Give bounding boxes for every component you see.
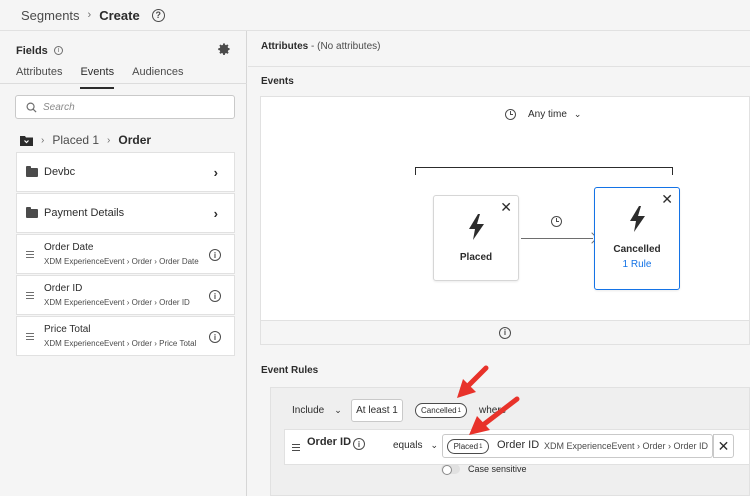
- value-field-label: Order ID: [497, 439, 540, 451]
- chevron-down-icon: ⌄: [334, 405, 342, 415]
- path-separator: ›: [41, 134, 45, 146]
- info-icon[interactable]: i: [499, 326, 511, 339]
- drag-handle-icon[interactable]: [26, 292, 34, 299]
- info-icon[interactable]: i: [209, 331, 221, 343]
- chevron-down-icon: ⌄: [573, 109, 582, 119]
- field-item-order-date[interactable]: Order Date XDM ExperienceEvent › Order ›…: [16, 234, 235, 274]
- rule-field-name: Order ID: [307, 436, 352, 448]
- close-icon[interactable]: ✕: [713, 434, 734, 458]
- attributes-title: Attributes: [261, 41, 309, 52]
- pill-label: Placed: [453, 442, 479, 451]
- include-label: Include: [292, 405, 325, 416]
- attributes-bar: Attributes - (No attributes): [248, 31, 750, 67]
- field-item-price-total[interactable]: Price Total XDM ExperienceEvent › Order …: [16, 316, 235, 356]
- breadcrumb-segments[interactable]: Segments: [21, 8, 80, 23]
- event-card-title: Placed: [459, 252, 493, 263]
- event-rules-title: Event Rules: [261, 365, 319, 376]
- rule-count-link[interactable]: 1 Rule: [595, 259, 679, 270]
- info-icon[interactable]: i: [209, 290, 221, 302]
- tab-attributes[interactable]: Attributes: [16, 66, 62, 89]
- help-icon[interactable]: ?: [151, 8, 165, 22]
- tab-events[interactable]: Events: [80, 66, 115, 89]
- time-constraint-label: Any time: [528, 109, 567, 120]
- value-field-path: XDM ExperienceEvent › Order › Order ID: [544, 441, 709, 451]
- field-path: XDM ExperienceEvent › Order › Order Date: [44, 257, 199, 266]
- page-title: Create: [99, 7, 140, 23]
- case-sensitive-label: Case sensitive: [468, 464, 527, 474]
- folder-item-devbc[interactable]: Devbc ›: [16, 152, 235, 192]
- lightning-icon: [469, 214, 484, 240]
- folder-path: › Placed 1 › Order: [20, 133, 151, 147]
- time-constraint-dropdown[interactable]: Any time ⌄: [505, 109, 581, 120]
- info-icon[interactable]: i: [353, 438, 365, 450]
- segment-canvas-area: Attributes - (No attributes) Events i An…: [248, 31, 750, 496]
- info-icon[interactable]: i: [209, 249, 221, 261]
- gear-icon[interactable]: [217, 42, 231, 56]
- close-icon[interactable]: ✕: [661, 191, 673, 208]
- close-icon[interactable]: ✕: [500, 199, 512, 216]
- field-title: Order Date: [44, 242, 94, 253]
- case-sensitive-toggle[interactable]: [441, 464, 460, 475]
- folder-up-icon[interactable]: [20, 135, 33, 146]
- pill-label: Cancelled: [421, 406, 457, 415]
- attributes-value: - (No attributes): [308, 41, 381, 52]
- chevron-down-icon: ⌄: [430, 440, 439, 450]
- event-pill-cancelled[interactable]: Cancelled 1: [415, 403, 467, 418]
- drag-handle-icon[interactable]: [292, 444, 300, 451]
- fields-title: Fields: [16, 45, 48, 57]
- folder-item-payment-details[interactable]: Payment Details ›: [16, 193, 235, 233]
- annotation-arrow-icon: [469, 396, 520, 435]
- field-title: Order ID: [44, 283, 83, 294]
- folder-label: Payment Details: [44, 207, 125, 219]
- folder-icon: [26, 207, 38, 218]
- sequence-connector: [521, 238, 593, 239]
- attributes-label: Attributes - (No attributes): [261, 41, 380, 52]
- events-canvas-footer: i: [260, 321, 750, 345]
- clock-icon: [505, 109, 516, 120]
- fields-tabs: Attributes Events Audiences: [16, 66, 183, 89]
- events-title: Events: [261, 76, 294, 87]
- field-title: Price Total: [44, 324, 91, 335]
- operator-dropdown[interactable]: equals ⌄: [393, 440, 438, 451]
- search-icon: [26, 102, 37, 113]
- folder-icon: [26, 166, 38, 177]
- search-input[interactable]: Search: [15, 95, 235, 119]
- chevron-right-icon: ›: [213, 206, 218, 221]
- event-card-cancelled[interactable]: ✕ Cancelled 1 Rule: [594, 187, 680, 290]
- drag-handle-icon[interactable]: [26, 333, 34, 340]
- field-item-order-id[interactable]: Order ID XDM ExperienceEvent › Order › O…: [16, 275, 235, 315]
- path-separator: ›: [107, 134, 111, 146]
- field-path: XDM ExperienceEvent › Order › Order ID: [44, 298, 190, 307]
- top-bar: Segments › Create ?: [0, 0, 750, 31]
- pill-superscript: 1: [479, 443, 483, 450]
- path-root[interactable]: Placed 1: [52, 133, 99, 147]
- value-pill-placed[interactable]: Placed 1: [447, 439, 489, 454]
- sequence-bracket: [415, 167, 673, 175]
- chevron-right-icon: ›: [213, 165, 218, 180]
- fields-info-icon[interactable]: i: [54, 46, 63, 55]
- clock-icon[interactable]: [551, 216, 562, 227]
- tab-audiences[interactable]: Audiences: [132, 66, 183, 89]
- field-path: XDM ExperienceEvent › Order › Price Tota…: [44, 339, 197, 348]
- fields-panel: Fields i Attributes Events Audiences Sea…: [0, 31, 247, 496]
- search-placeholder: Search: [43, 101, 75, 113]
- tab-divider: [0, 83, 247, 84]
- breadcrumb-separator: ›: [87, 9, 92, 21]
- event-card-title: Cancelled: [613, 244, 661, 255]
- event-card-placed[interactable]: ✕ Placed: [433, 195, 519, 281]
- include-dropdown[interactable]: Include ⌄: [292, 405, 342, 416]
- path-current: Order: [118, 133, 152, 147]
- operator-label: equals: [393, 440, 423, 451]
- folder-label: Devbc: [44, 166, 76, 178]
- lightning-icon: [630, 206, 645, 232]
- pill-superscript: 1: [457, 407, 461, 414]
- count-button[interactable]: At least 1: [351, 399, 403, 422]
- drag-handle-icon[interactable]: [26, 251, 34, 258]
